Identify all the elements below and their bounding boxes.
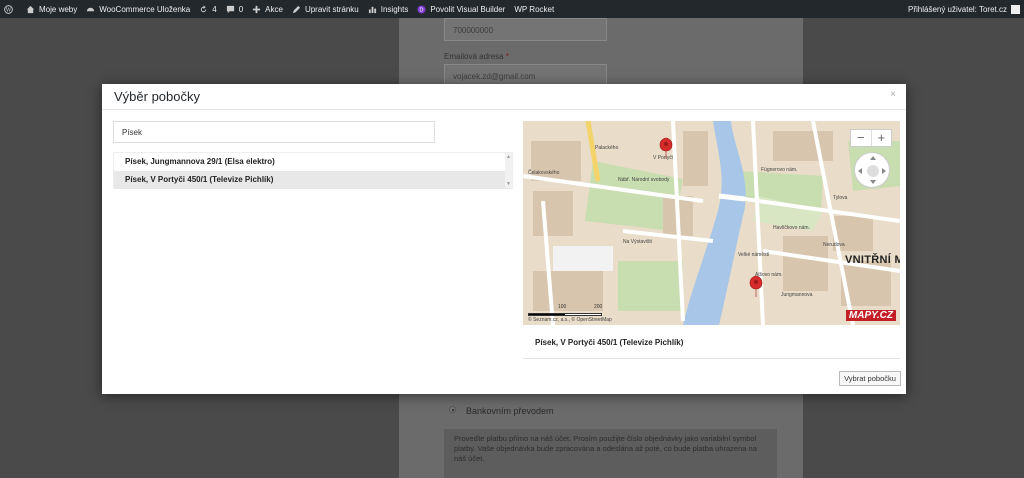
modal-header: Výběr pobočky × [102,84,906,110]
close-icon[interactable]: × [890,89,896,100]
my-sites-label: Moje weby [39,4,78,14]
phone-value: 700000000 [453,26,494,35]
svg-text:D: D [420,7,424,13]
scale-label: 100 [558,304,567,310]
map-canvas[interactable]: Čelakovského Nábř. Národní svobody Na Vý… [523,121,900,325]
email-value: vojacek.zd@gmail.com [453,72,536,81]
branch-list-item[interactable]: Písek, Jungmannova 29/1 (Elsa elektro) [114,153,512,171]
pan-control[interactable] [854,152,890,188]
pan-left-icon[interactable] [858,168,862,174]
new-content-label: Akce [265,4,283,14]
edit-page-menu[interactable]: Upravit stránku [292,5,359,14]
required-marker: * [505,52,509,61]
street-label: Jungmannova [781,292,813,298]
comment-icon [226,5,235,14]
wordpress-menu[interactable]: W [4,4,17,14]
divi-icon: D [417,4,426,14]
pan-right-icon[interactable] [882,168,886,174]
wordpress-icon: W [4,4,13,14]
email-label: Emailová adresa * [444,52,509,61]
payment-radio [449,406,456,413]
modal-title: Výběr pobočky [114,89,200,104]
street-label: Tylova [833,195,848,201]
zoom-out-button[interactable]: − [851,130,872,146]
plus-icon [252,5,261,14]
user-label: Přihlášený uživatel: Toret.cz [907,4,1007,14]
zoom-in-button[interactable]: + [872,130,892,146]
street-label: Havlíčkovo nám. [773,225,810,231]
map-copyright: © Seznam.cz, a.s., © OpenStreetMap [528,317,612,323]
edit-page-label: Upravit stránku [304,4,359,14]
scroll-up-icon[interactable]: ▲ [505,154,512,160]
visual-builder-label: Povolit Visual Builder [430,4,506,14]
site-name-label: WooCommerce Uloženka [99,4,191,14]
street-label: V Portyči [653,155,673,161]
street-label: Na Výstavišti [623,239,652,245]
dashboard-icon [86,5,95,14]
pan-down-icon[interactable] [870,180,876,184]
zoom-control: − + [850,129,892,147]
insights-menu[interactable]: Insights [368,4,409,14]
branch-list: Písek, Jungmannova 29/1 (Elsa elektro) P… [113,152,513,189]
email-label-text: Emailová adresa [444,52,504,61]
street-label: Čelakovského [528,169,560,176]
visual-builder-menu[interactable]: D Povolit Visual Builder [417,5,505,14]
scale-bar [528,313,602,316]
payment-note: Proveďte platbu přímo na náš účet. Prosí… [444,429,777,478]
street-label: Palackého [595,145,619,151]
wp-rocket-label: WP Rocket [514,4,555,14]
site-name-menu[interactable]: WooCommerce Uloženka [86,5,190,14]
update-icon [199,4,208,14]
branch-search-input[interactable] [113,121,435,143]
payment-option-label: Bankovním převodem [466,406,554,416]
street-label: Nábř. Národní svobody [618,177,670,183]
select-branch-button[interactable]: Vybrat pobočku [839,371,901,386]
user-account-menu[interactable]: Přihlášený uživatel: Toret.cz [907,4,1020,14]
street-label: Fügnerovo nám. [761,167,797,173]
updates-count: 4 [212,4,217,14]
updates-menu[interactable]: 4 [199,4,217,14]
scroll-down-icon[interactable]: ▼ [505,181,512,187]
branch-picker-modal: Výběr pobočky × Písek, Jungmannova 29/1 … [102,84,906,394]
district-label: VNITŘNÍ M [845,254,900,266]
street-label: Velké náměstí [738,252,770,258]
branch-map[interactable]: Čelakovského Nábř. Národní svobody Na Vý… [523,121,900,325]
pencil-icon [292,5,301,14]
street-label: Nerudova [823,242,845,248]
bar-chart-icon [368,5,377,14]
my-sites-menu[interactable]: Moje weby [26,5,77,14]
comments-count: 0 [238,4,244,14]
pan-up-icon[interactable] [870,156,876,160]
admin-bar: W Moje weby WooCommerce Uloženka 4 0 Akc… [0,0,1024,18]
map-scale: 100 200 [528,304,603,316]
wp-rocket-menu[interactable]: WP Rocket [514,5,554,14]
mapy-logo[interactable]: MAPY.CZ [845,310,896,321]
branch-list-item-selected[interactable]: Písek, V Portyči 450/1 (Televize Pichlík… [114,171,512,189]
list-scrollbar[interactable]: ▲ ▼ [505,153,512,188]
phone-field: 700000000 [444,18,607,41]
selected-branch-label: Písek, V Portyči 450/1 (Televize Pichlík… [535,338,684,347]
home-icon [26,5,35,14]
svg-text:W: W [6,7,12,13]
divider [523,358,900,359]
comments-menu[interactable]: 0 [226,5,243,14]
insights-label: Insights [380,4,409,14]
avatar [1011,4,1020,14]
scale-label: 200 [594,304,603,310]
new-content-menu[interactable]: Akce [252,5,283,14]
pan-center [867,165,879,177]
